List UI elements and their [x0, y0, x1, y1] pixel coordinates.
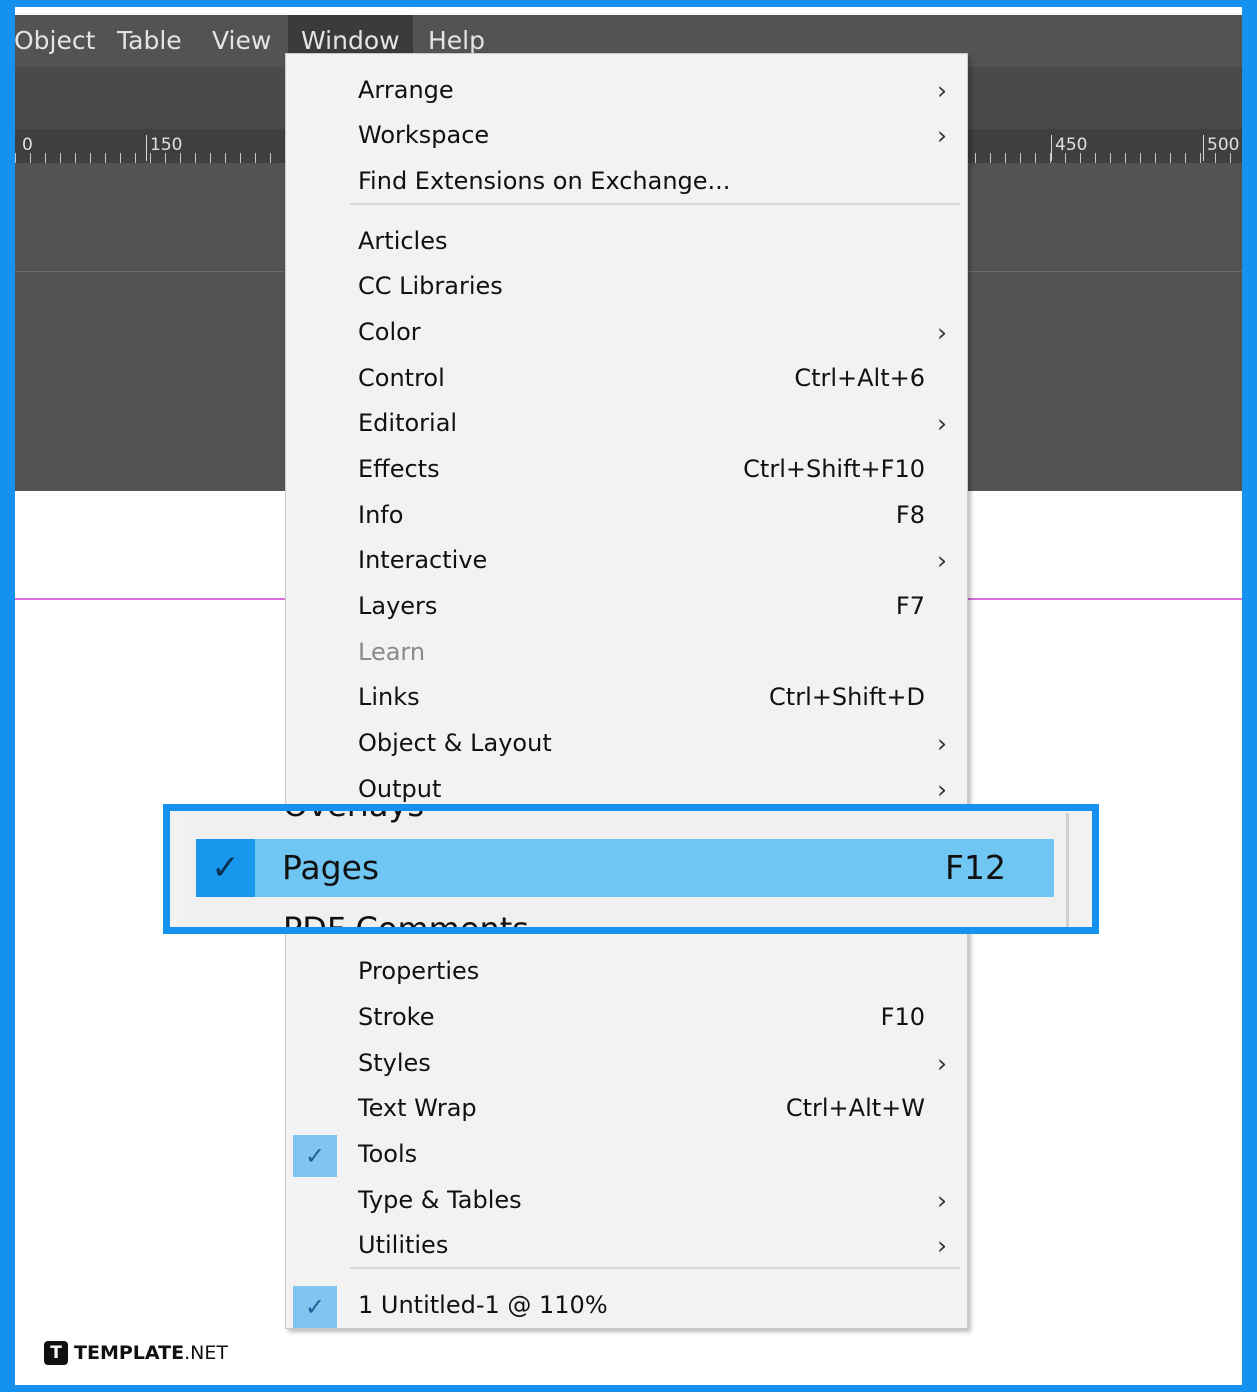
menu-item-shortcut: F8 — [895, 501, 925, 529]
menu-item-effects[interactable]: Effects Ctrl+Shift+F10 — [286, 447, 967, 492]
chevron-right-icon: › — [937, 318, 947, 347]
menu-item-label: Type & Tables — [358, 1186, 522, 1214]
menu-separator — [350, 1267, 960, 1269]
menu-item-label: Arrange — [358, 76, 454, 104]
menu-item-object-layout[interactable]: Object & Layout › — [286, 721, 967, 766]
menu-item-cc-libraries[interactable]: CC Libraries — [286, 264, 967, 309]
menu-item-type-tables[interactable]: Type & Tables › — [286, 1178, 967, 1223]
menubar-object[interactable]: Object — [15, 15, 108, 67]
menu-item-label: Color — [358, 318, 421, 346]
menu-item-label: Interactive — [358, 546, 488, 574]
menu-item-label: Effects — [358, 455, 440, 483]
zoom-overlays-label: Overlays — [283, 804, 425, 824]
menu-item-pages[interactable]: ✓ Pages F12 — [196, 839, 1054, 897]
menu-item-label: 1 Untitled-1 @ 110% — [358, 1291, 608, 1319]
menu-item-learn: Learn — [286, 630, 967, 675]
menu-item-workspace[interactable]: Workspace › — [286, 113, 967, 158]
menu-item-label: Find Extensions on Exchange... — [358, 167, 731, 195]
menu-item-interactive[interactable]: Interactive › — [286, 538, 967, 583]
menu-item-shortcut: Ctrl+Alt+W — [785, 1094, 925, 1122]
menu-item-label: Info — [358, 501, 404, 529]
menu-item-info[interactable]: Info F8 — [286, 493, 967, 538]
chevron-right-icon: › — [937, 1231, 947, 1260]
zoom-pdf-comments-label: PDF Comments — [283, 910, 529, 934]
check-icon: ✓ — [293, 1286, 337, 1328]
menu-item-label: Control — [358, 364, 445, 392]
menu-item-label: CC Libraries — [358, 272, 503, 300]
menu-item-shortcut: Ctrl+Shift+F10 — [743, 455, 925, 483]
chevron-right-icon: › — [937, 1049, 947, 1078]
menubar-table[interactable]: Table — [104, 15, 195, 67]
menu-item-label: Text Wrap — [358, 1094, 477, 1122]
menu-item-shortcut: F12 — [945, 848, 1006, 887]
menu-item-stroke[interactable]: Stroke F10 — [286, 995, 967, 1040]
menu-item-1-untitled-1-110[interactable]: ✓ 1 Untitled-1 @ 110% — [286, 1283, 967, 1328]
menu-item-layers[interactable]: Layers F7 — [286, 584, 967, 629]
menu-item-label: Object & Layout — [358, 729, 552, 757]
check-icon: ✓ — [293, 1135, 337, 1177]
menu-item-label: Pages — [282, 848, 380, 887]
menu-item-label: Styles — [358, 1049, 431, 1077]
menu-item-editorial[interactable]: Editorial › — [286, 401, 967, 446]
menu-item-text-wrap[interactable]: Text Wrap Ctrl+Alt+W — [286, 1086, 967, 1131]
menu-item-control[interactable]: Control Ctrl+Alt+6 — [286, 356, 967, 401]
chevron-right-icon: › — [937, 1186, 947, 1215]
brand-logo-icon: T — [44, 1341, 68, 1365]
menu-item-label: Properties — [358, 957, 480, 985]
menu-item-label: Stroke — [358, 1003, 435, 1031]
ruler-label-500: 500 — [1203, 135, 1239, 161]
menu-item-shortcut: Ctrl+Shift+D — [769, 683, 925, 711]
screenshot-frame: Object Table View Window Help 0 150 450 … — [0, 0, 1257, 1392]
menu-item-color[interactable]: Color › — [286, 310, 967, 355]
menu-item-articles[interactable]: Articles — [286, 219, 967, 264]
chevron-right-icon: › — [937, 546, 947, 575]
menu-separator — [350, 203, 960, 205]
chevron-right-icon: › — [937, 121, 947, 150]
pages-zoom-callout: Overlays ✓ Pages F12 PDF Comments — [163, 804, 1099, 934]
menu-item-label: Links — [358, 683, 420, 711]
menu-item-label: Learn — [358, 638, 426, 666]
ruler-label-0: 0 — [22, 135, 33, 155]
menu-item-links[interactable]: Links Ctrl+Shift+D — [286, 675, 967, 720]
menu-item-label: Editorial — [358, 409, 458, 437]
brand-name-suffix: .NET — [184, 1342, 228, 1364]
menu-item-shortcut: F10 — [880, 1003, 925, 1031]
chevron-right-icon: › — [937, 409, 947, 438]
chevron-right-icon: › — [937, 729, 947, 758]
menu-item-shortcut: F7 — [895, 592, 925, 620]
window-menu: Arrange › Workspace › Find Extensions on Exc… — [285, 53, 968, 1329]
menu-item-label: Utilities — [358, 1231, 449, 1259]
menubar-view[interactable]: View — [199, 15, 284, 67]
check-icon: ✓ — [196, 839, 255, 897]
ruler-label-450: 450 — [1051, 135, 1087, 161]
menu-item-label: Workspace — [358, 121, 490, 149]
menu-item-tools[interactable]: ✓ Tools — [286, 1132, 967, 1177]
ruler-label-150: 150 — [146, 135, 182, 161]
menu-item-label: Articles — [358, 227, 448, 255]
menu-item-styles[interactable]: Styles › — [286, 1041, 967, 1086]
template-net-logo: T TEMPLATE .NET — [44, 1340, 228, 1366]
menu-item-label: Layers — [358, 592, 438, 620]
chevron-right-icon: › — [937, 76, 947, 105]
menu-item-arrange[interactable]: Arrange › — [286, 68, 967, 113]
brand-name-bold: TEMPLATE — [74, 1342, 185, 1364]
menu-item-shortcut: Ctrl+Alt+6 — [794, 364, 925, 392]
menu-item-properties[interactable]: Properties — [286, 949, 967, 994]
menu-item-find-extensions-on-exchange[interactable]: Find Extensions on Exchange... — [286, 159, 967, 204]
menu-item-label: Tools — [358, 1140, 418, 1168]
menu-item-utilities[interactable]: Utilities › — [286, 1223, 967, 1268]
